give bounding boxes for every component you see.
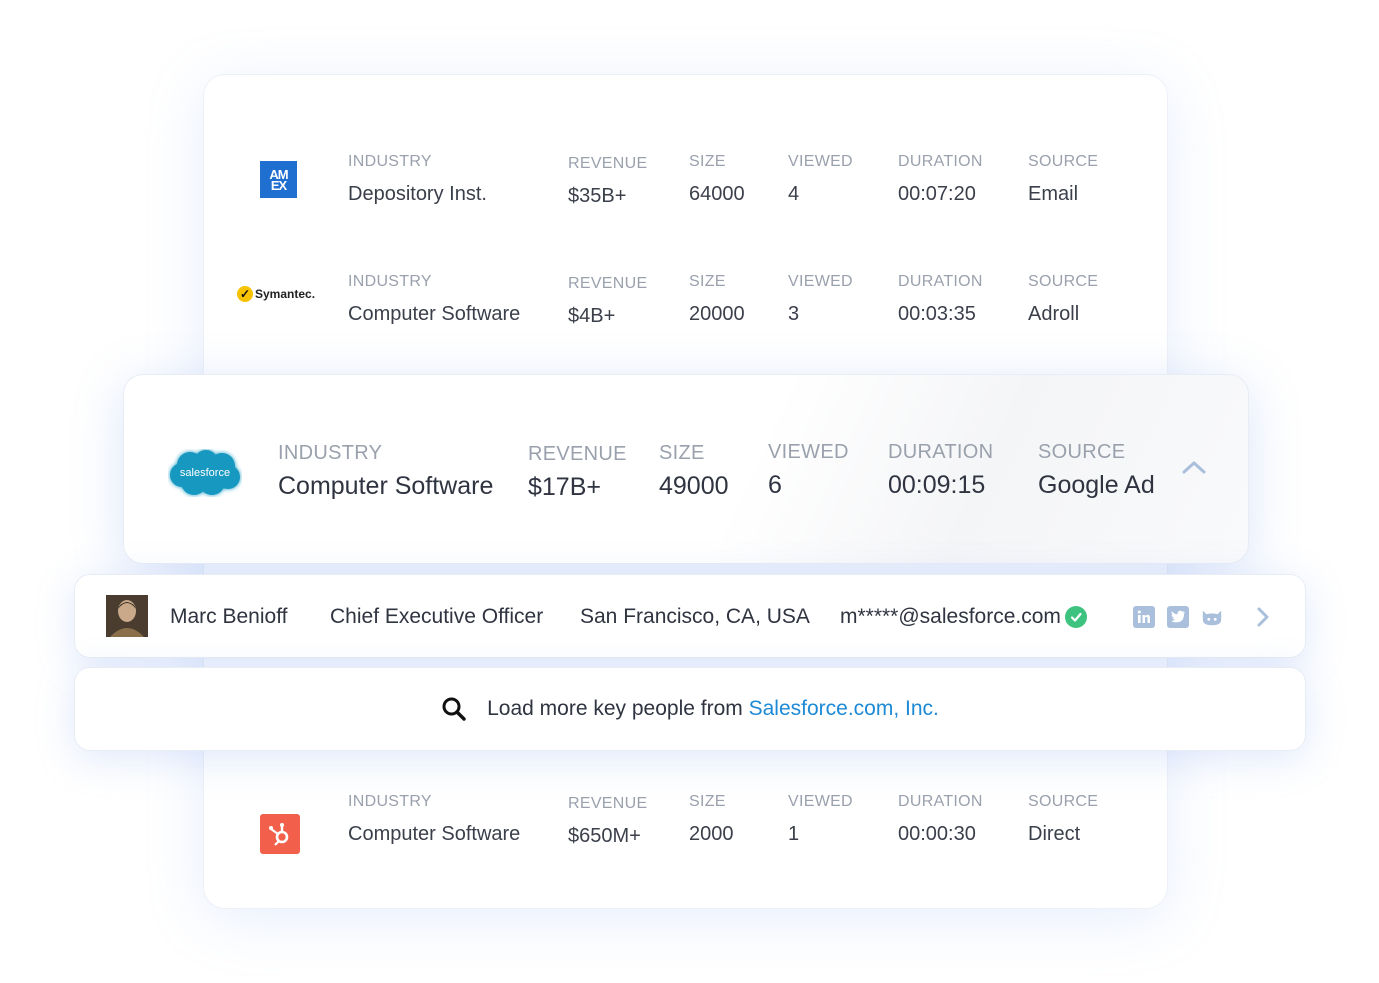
symantec-logo: ✓ Symantec. <box>237 286 315 302</box>
industry-label: INDUSTRY <box>278 442 383 464</box>
size-label: SIZE <box>689 273 726 290</box>
amex-logo: AM EX <box>260 161 297 198</box>
key-person-row[interactable]: Marc Benioff Chief Executive Officer San… <box>74 574 1306 658</box>
industry-value: Computer Software <box>348 823 521 845</box>
viewed-label: VIEWED <box>768 441 849 463</box>
person-name: Marc Benioff <box>170 605 288 628</box>
size-value: 64000 <box>689 183 745 205</box>
source-label: SOURCE <box>1028 273 1099 290</box>
chevron-right-icon[interactable] <box>1255 605 1271 629</box>
source-value: Adroll <box>1028 303 1080 325</box>
size-value: 49000 <box>659 472 729 500</box>
size-label: SIZE <box>689 153 726 170</box>
load-more-button[interactable]: Load more key people from Salesforce.com… <box>74 667 1306 751</box>
duration-label: DURATION <box>898 153 983 170</box>
industry-value: Computer Software <box>278 472 494 500</box>
person-title: Chief Executive Officer <box>330 605 544 628</box>
viewed-value: 1 <box>788 823 800 845</box>
svg-text:salesforce: salesforce <box>180 467 230 479</box>
company-row-amex[interactable]: AM EX INDUSTRY Depository Inst. REVENUE … <box>204 152 1167 232</box>
viewed-label: VIEWED <box>788 273 853 290</box>
source-label: SOURCE <box>1028 793 1099 810</box>
industry-value: Computer Software <box>348 303 521 325</box>
duration-value: 00:09:15 <box>888 471 986 499</box>
checkmark-icon: ✓ <box>237 286 253 302</box>
viewed-value: 6 <box>768 471 782 499</box>
source-value: Email <box>1028 183 1079 205</box>
viewed-label: VIEWED <box>788 793 853 810</box>
chevron-up-icon[interactable] <box>1180 457 1208 477</box>
company-row-symantec[interactable]: ✓ Symantec. INDUSTRY Computer Software R… <box>204 272 1167 352</box>
duration-label: DURATION <box>888 441 994 463</box>
viewed-value: 4 <box>788 183 800 205</box>
source-value: Google Ad <box>1038 471 1155 499</box>
industry-label: INDUSTRY <box>348 273 432 290</box>
company-link[interactable]: Salesforce.com, Inc. <box>749 697 939 720</box>
company-row-salesforce-expanded[interactable]: salesforce INDUSTRY Computer Software RE… <box>123 374 1249 564</box>
source-label: SOURCE <box>1038 441 1126 463</box>
avatar <box>106 595 148 637</box>
twitter-icon[interactable] <box>1167 606 1189 628</box>
size-value: 2000 <box>689 823 734 845</box>
source-label: SOURCE <box>1028 153 1099 170</box>
duration-label: DURATION <box>898 273 983 290</box>
revenue-value: $17B+ <box>528 473 601 501</box>
size-label: SIZE <box>659 442 705 464</box>
duration-value: 00:00:30 <box>898 823 976 845</box>
size-label: SIZE <box>689 793 726 810</box>
revenue-label: REVENUE <box>568 155 648 172</box>
search-icon <box>442 697 466 721</box>
industry-label: INDUSTRY <box>348 793 432 810</box>
industry-label: INDUSTRY <box>348 153 432 170</box>
viewed-value: 3 <box>788 303 800 325</box>
duration-value: 00:03:35 <box>898 303 976 325</box>
verified-check-icon <box>1065 606 1087 628</box>
salesforce-logo: salesforce <box>170 450 240 495</box>
revenue-label: REVENUE <box>528 443 627 465</box>
company-row-hubspot[interactable]: INDUSTRY Computer Software REVENUE $650M… <box>204 792 1167 872</box>
revenue-label: REVENUE <box>568 795 648 812</box>
revenue-value: $4B+ <box>568 305 616 327</box>
duration-value: 00:07:20 <box>898 183 976 205</box>
person-location: San Francisco, CA, USA <box>580 605 810 628</box>
load-more-text: Load more key people from Salesforce.com… <box>487 697 939 720</box>
github-icon[interactable] <box>1201 606 1223 628</box>
revenue-value: $650M+ <box>568 825 641 847</box>
viewed-label: VIEWED <box>788 153 853 170</box>
industry-value: Depository Inst. <box>348 183 487 205</box>
person-email[interactable]: m*****@salesforce.com <box>840 604 1061 630</box>
size-value: 20000 <box>689 303 745 325</box>
revenue-label: REVENUE <box>568 275 648 292</box>
revenue-value: $35B+ <box>568 185 627 207</box>
hubspot-logo <box>260 814 300 854</box>
source-value: Direct <box>1028 823 1081 845</box>
duration-label: DURATION <box>898 793 983 810</box>
linkedin-icon[interactable] <box>1133 606 1155 628</box>
